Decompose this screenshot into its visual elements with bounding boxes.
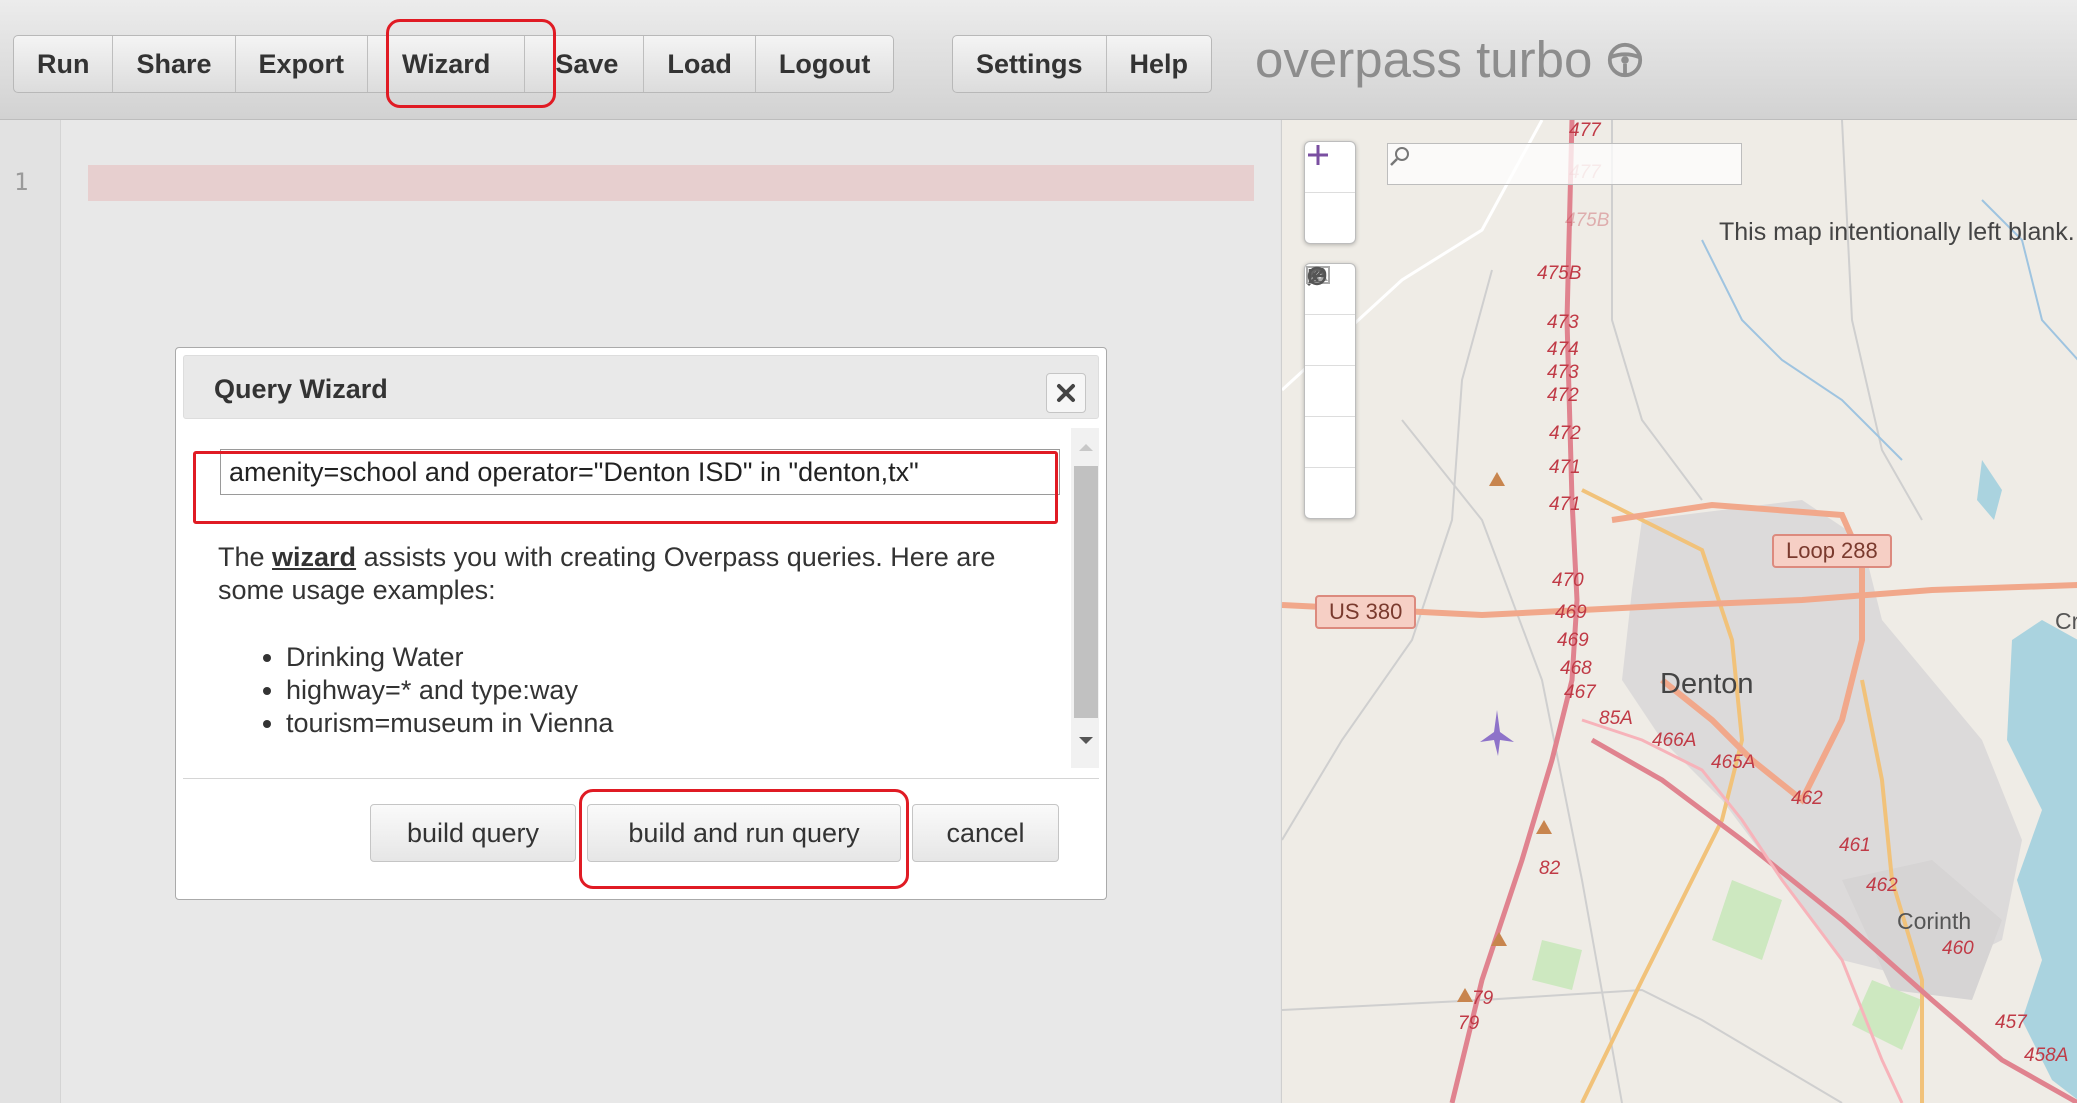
- run-button[interactable]: Run: [14, 36, 114, 92]
- toolbar: Run Share Export Wizard Save Load Logout…: [0, 0, 2077, 120]
- exit-label: 462: [1866, 875, 1898, 896]
- scroll-up-icon[interactable]: [1071, 432, 1099, 462]
- exit-label: 460: [1942, 938, 1974, 959]
- exit-label: 475B: [1565, 210, 1610, 231]
- dialog-footer-divider: [183, 778, 1099, 779]
- exit-label: 472: [1549, 423, 1581, 444]
- map-tool-control: [1304, 263, 1356, 519]
- query-wizard-dialog: Query Wizard The wizard assists you with…: [175, 347, 1107, 900]
- close-icon: [1057, 384, 1075, 402]
- line-number: 1: [14, 168, 29, 196]
- route-shield: Loop 288: [1772, 534, 1892, 568]
- exit-label: 472: [1547, 385, 1579, 406]
- place-label: Cr: [2055, 608, 2077, 634]
- example-item: Drinking Water: [286, 641, 613, 674]
- map-notice: This map intentionally left blank.: [1719, 218, 2075, 246]
- locate-button[interactable]: [1305, 268, 1355, 366]
- exit-label: 471: [1549, 494, 1581, 515]
- close-button[interactable]: [1046, 373, 1086, 413]
- exit-label: 461: [1839, 835, 1871, 856]
- example-item: tourism=museum in Vienna: [286, 707, 613, 740]
- steering-wheel-icon: [1608, 42, 1643, 77]
- exit-label: 475B: [1537, 263, 1582, 284]
- dialog-titlebar[interactable]: Query Wizard: [183, 355, 1099, 419]
- scrollbar-thumb[interactable]: [1074, 466, 1098, 718]
- exit-label: 474: [1547, 339, 1579, 360]
- exit-label: 469: [1555, 602, 1587, 623]
- build-run-highlight: [579, 789, 909, 889]
- exit-label: 470: [1552, 570, 1584, 591]
- export-button[interactable]: Export: [236, 36, 369, 92]
- secondary-button-group: Settings Help: [952, 35, 1213, 93]
- scroll-down-icon[interactable]: [1071, 726, 1099, 756]
- exit-label: 462: [1791, 788, 1823, 809]
- route-shield: US 380: [1315, 595, 1417, 629]
- logout-button[interactable]: Logout: [756, 36, 893, 92]
- line-gutter: 1: [0, 120, 61, 1103]
- exit-label: 468: [1560, 658, 1592, 679]
- examples-list: Drinking Water highway=* and type:way to…: [238, 641, 613, 740]
- share-button[interactable]: Share: [113, 36, 236, 92]
- exit-label: 466A: [1652, 730, 1697, 751]
- exit-label: 458A: [2024, 1045, 2069, 1066]
- help-button[interactable]: Help: [1107, 36, 1212, 92]
- desc-text-start: The: [218, 542, 273, 572]
- clear-data-button[interactable]: [1305, 266, 1355, 518]
- exit-label: 471: [1549, 457, 1581, 478]
- dialog-title: Query Wizard: [214, 374, 388, 404]
- map-search-input[interactable]: [1387, 143, 1742, 185]
- prohibited-icon: [1307, 266, 1327, 286]
- search-icon: [1390, 147, 1409, 166]
- exit-label: 469: [1557, 630, 1589, 651]
- error-line-highlight: [88, 165, 1254, 201]
- app-title: overpass turbo: [1255, 30, 1644, 89]
- build-query-button[interactable]: build query: [370, 804, 576, 862]
- image-button[interactable]: [1305, 266, 1355, 417]
- place-label: Denton: [1660, 668, 1754, 700]
- wizard-help-link[interactable]: wizard: [272, 542, 356, 572]
- app-title-text: overpass turbo: [1255, 31, 1593, 88]
- minus-icon: [1309, 153, 1327, 157]
- map-view[interactable]: US 380 Loop 288 Denton Corinth Cr 477 47…: [1281, 120, 2077, 1103]
- dialog-scrollbar[interactable]: [1071, 428, 1099, 768]
- exit-label: 467: [1564, 682, 1596, 703]
- place-label: Corinth: [1897, 908, 1972, 934]
- settings-button[interactable]: Settings: [953, 36, 1107, 92]
- exit-label: 477: [1569, 120, 1601, 141]
- wizard-description: The wizard assists you with creating Ove…: [218, 541, 1028, 607]
- exit-label: 473: [1547, 312, 1579, 333]
- exit-label: 473: [1547, 362, 1579, 383]
- exit-label: 79: [1472, 988, 1494, 1009]
- zoom-control: [1304, 141, 1356, 244]
- exit-label: 85A: [1599, 708, 1633, 729]
- query-input-highlight: [193, 451, 1058, 524]
- exit-label: 82: [1539, 858, 1561, 879]
- exit-label: 465A: [1711, 752, 1756, 773]
- load-button[interactable]: Load: [644, 36, 756, 92]
- exit-label: 457: [1995, 1012, 2027, 1033]
- zoom-out-button[interactable]: [1305, 153, 1355, 243]
- fit-bounds-button[interactable]: [1305, 269, 1355, 468]
- wizard-highlight: [386, 19, 556, 108]
- example-item: highway=* and type:way: [286, 674, 613, 707]
- exit-label: 79: [1458, 1013, 1480, 1034]
- cancel-button[interactable]: cancel: [912, 804, 1059, 862]
